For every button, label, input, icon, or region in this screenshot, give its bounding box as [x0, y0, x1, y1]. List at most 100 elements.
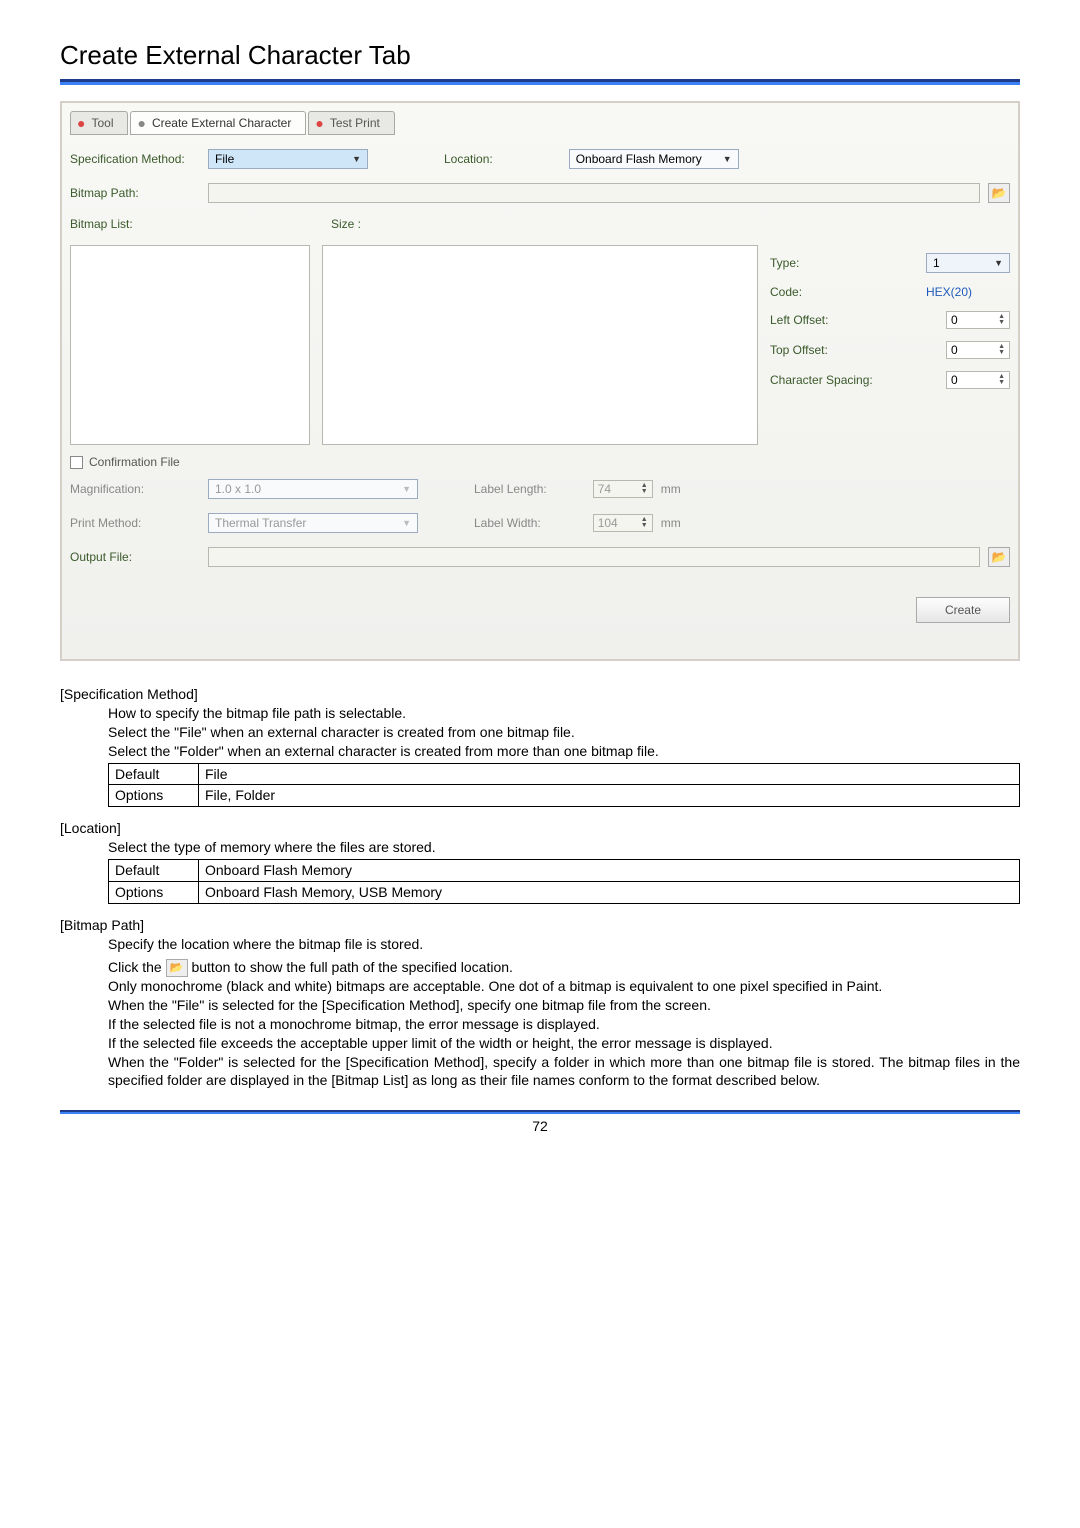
code-label: Code: — [770, 285, 802, 299]
code-value: HEX(20) — [926, 285, 1010, 299]
top-offset-label: Top Offset: — [770, 343, 828, 357]
print-method-dropdown: Thermal Transfer ▼ — [208, 513, 418, 533]
type-dropdown[interactable]: 1 ▼ — [926, 253, 1010, 273]
browse-output-file-button[interactable]: 📂 — [988, 547, 1010, 567]
app-window: ● Tool ● Create External Character ● Tes… — [60, 101, 1020, 661]
chevron-down-icon: ▼ — [723, 154, 732, 164]
spinner-buttons-icon: ▲▼ — [998, 344, 1005, 356]
code-row: Code: HEX(20) — [770, 285, 1010, 299]
table-cell: Default — [109, 860, 199, 882]
location-dropdown[interactable]: Onboard Flash Memory ▼ — [569, 149, 739, 169]
doc-text-part: button to show the full path of the spec… — [191, 959, 512, 975]
table-row: Options Onboard Flash Memory, USB Memory — [109, 882, 1020, 904]
confirmation-file-row: Confirmation File — [70, 455, 1010, 469]
char-spacing-value: 0 — [951, 373, 958, 387]
tab-bullet-icon: ● — [77, 115, 85, 131]
page-number: 72 — [60, 1118, 1020, 1134]
size-label: Size : — [331, 217, 361, 231]
tab-test-label: Test Print — [330, 116, 380, 130]
size-preview-box — [322, 245, 758, 445]
output-file-input[interactable] — [208, 547, 980, 567]
doc-text: Specify the location where the bitmap fi… — [108, 935, 1020, 954]
spinner-buttons-icon: ▲▼ — [998, 314, 1005, 326]
print-method-label: Print Method: — [70, 516, 200, 530]
table-cell: Options — [109, 785, 199, 807]
tab-test-print[interactable]: ● Test Print — [308, 111, 394, 135]
output-file-row: Output File: 📂 — [70, 547, 1010, 567]
chevron-down-icon: ▼ — [402, 518, 411, 528]
table-cell: Onboard Flash Memory, USB Memory — [199, 882, 1020, 904]
tab-bullet-icon: ● — [315, 115, 323, 131]
table-cell: Default — [109, 763, 199, 785]
location-value: Onboard Flash Memory — [576, 152, 702, 166]
spec-method-dropdown[interactable]: File ▼ — [208, 149, 368, 169]
documentation: [Specification Method] How to specify th… — [60, 685, 1020, 1090]
list-header-row: Bitmap List: Size : — [70, 217, 1010, 231]
footer-divider — [60, 1110, 1020, 1114]
properties-panel: Type: 1 ▼ Code: HEX(20) Left Offset: 0 ▲… — [770, 245, 1010, 445]
table-cell: Onboard Flash Memory — [199, 860, 1020, 882]
title-underline — [60, 79, 1020, 85]
chevron-down-icon: ▼ — [402, 484, 411, 494]
magnification-dropdown: 1.0 x 1.0 ▼ — [208, 479, 418, 499]
bitmap-list-label: Bitmap List: — [70, 217, 200, 231]
spec-method-body: How to specify the bitmap file path is s… — [108, 704, 1020, 761]
location-table: Default Onboard Flash Memory Options Onb… — [108, 859, 1020, 904]
table-cell: File, Folder — [199, 785, 1020, 807]
spinner-buttons-icon: ▲▼ — [641, 517, 648, 529]
confirmation-file-label: Confirmation File — [89, 455, 180, 469]
bitmap-path-input[interactable] — [208, 183, 980, 203]
tab-row: ● Tool ● Create External Character ● Tes… — [70, 111, 1010, 135]
size-preview — [322, 245, 758, 445]
mm-unit: mm — [661, 516, 681, 530]
top-offset-value: 0 — [951, 343, 958, 357]
create-button[interactable]: Create — [916, 597, 1010, 623]
doc-text: When the "File" is selected for the [Spe… — [108, 996, 1020, 1015]
tab-tool[interactable]: ● Tool — [70, 111, 128, 135]
char-spacing-label: Character Spacing: — [770, 373, 873, 387]
main-panels: Type: 1 ▼ Code: HEX(20) Left Offset: 0 ▲… — [70, 245, 1010, 445]
magnification-row: Magnification: 1.0 x 1.0 ▼ Label Length:… — [70, 479, 1010, 499]
doc-text: How to specify the bitmap file path is s… — [108, 704, 1020, 723]
chevron-down-icon: ▼ — [352, 154, 361, 164]
spec-method-label: Specification Method: — [70, 152, 200, 166]
doc-text: Select the "File" when an external chara… — [108, 723, 1020, 742]
spec-method-heading: [Specification Method] — [60, 685, 1020, 704]
left-offset-spinner[interactable]: 0 ▲▼ — [946, 311, 1010, 329]
spec-method-table: Default File Options File, Folder — [108, 763, 1020, 808]
label-length-value: 74 — [598, 482, 611, 496]
spinner-buttons-icon: ▲▼ — [998, 374, 1005, 386]
browse-bitmap-path-button[interactable]: 📂 — [988, 183, 1010, 203]
chevron-down-icon: ▼ — [994, 258, 1003, 268]
top-offset-row: Top Offset: 0 ▲▼ — [770, 341, 1010, 359]
doc-text: Select the "Folder" when an external cha… — [108, 742, 1020, 761]
top-offset-spinner[interactable]: 0 ▲▼ — [946, 341, 1010, 359]
spinner-buttons-icon: ▲▼ — [641, 483, 648, 495]
spec-method-value: File — [215, 152, 234, 166]
char-spacing-spinner[interactable]: 0 ▲▼ — [946, 371, 1010, 389]
magnification-label: Magnification: — [70, 482, 200, 496]
bitmap-list[interactable] — [70, 245, 310, 445]
tab-create-external-character[interactable]: ● Create External Character — [130, 111, 306, 135]
label-width-label: Label Width: — [474, 516, 541, 530]
folder-open-icon: 📂 — [992, 186, 1007, 200]
left-offset-row: Left Offset: 0 ▲▼ — [770, 311, 1010, 329]
table-cell: File — [199, 763, 1020, 785]
doc-text: Click the 📂 button to show the full path… — [108, 958, 1020, 977]
left-offset-value: 0 — [951, 313, 958, 327]
mm-unit: mm — [661, 482, 681, 496]
folder-open-icon: 📂 — [992, 550, 1007, 564]
bitmap-path-label: Bitmap Path: — [70, 186, 200, 200]
confirmation-file-checkbox[interactable] — [70, 456, 83, 469]
table-row: Options File, Folder — [109, 785, 1020, 807]
output-file-label: Output File: — [70, 550, 200, 564]
label-length-label: Label Length: — [474, 482, 547, 496]
print-method-value: Thermal Transfer — [215, 516, 306, 530]
table-row: Default File — [109, 763, 1020, 785]
bitmap-list-box — [70, 245, 310, 445]
location-heading: [Location] — [60, 819, 1020, 838]
label-length-spinner: 74 ▲▼ — [593, 480, 653, 498]
label-width-spinner: 104 ▲▼ — [593, 514, 653, 532]
left-offset-label: Left Offset: — [770, 313, 828, 327]
table-row: Default Onboard Flash Memory — [109, 860, 1020, 882]
